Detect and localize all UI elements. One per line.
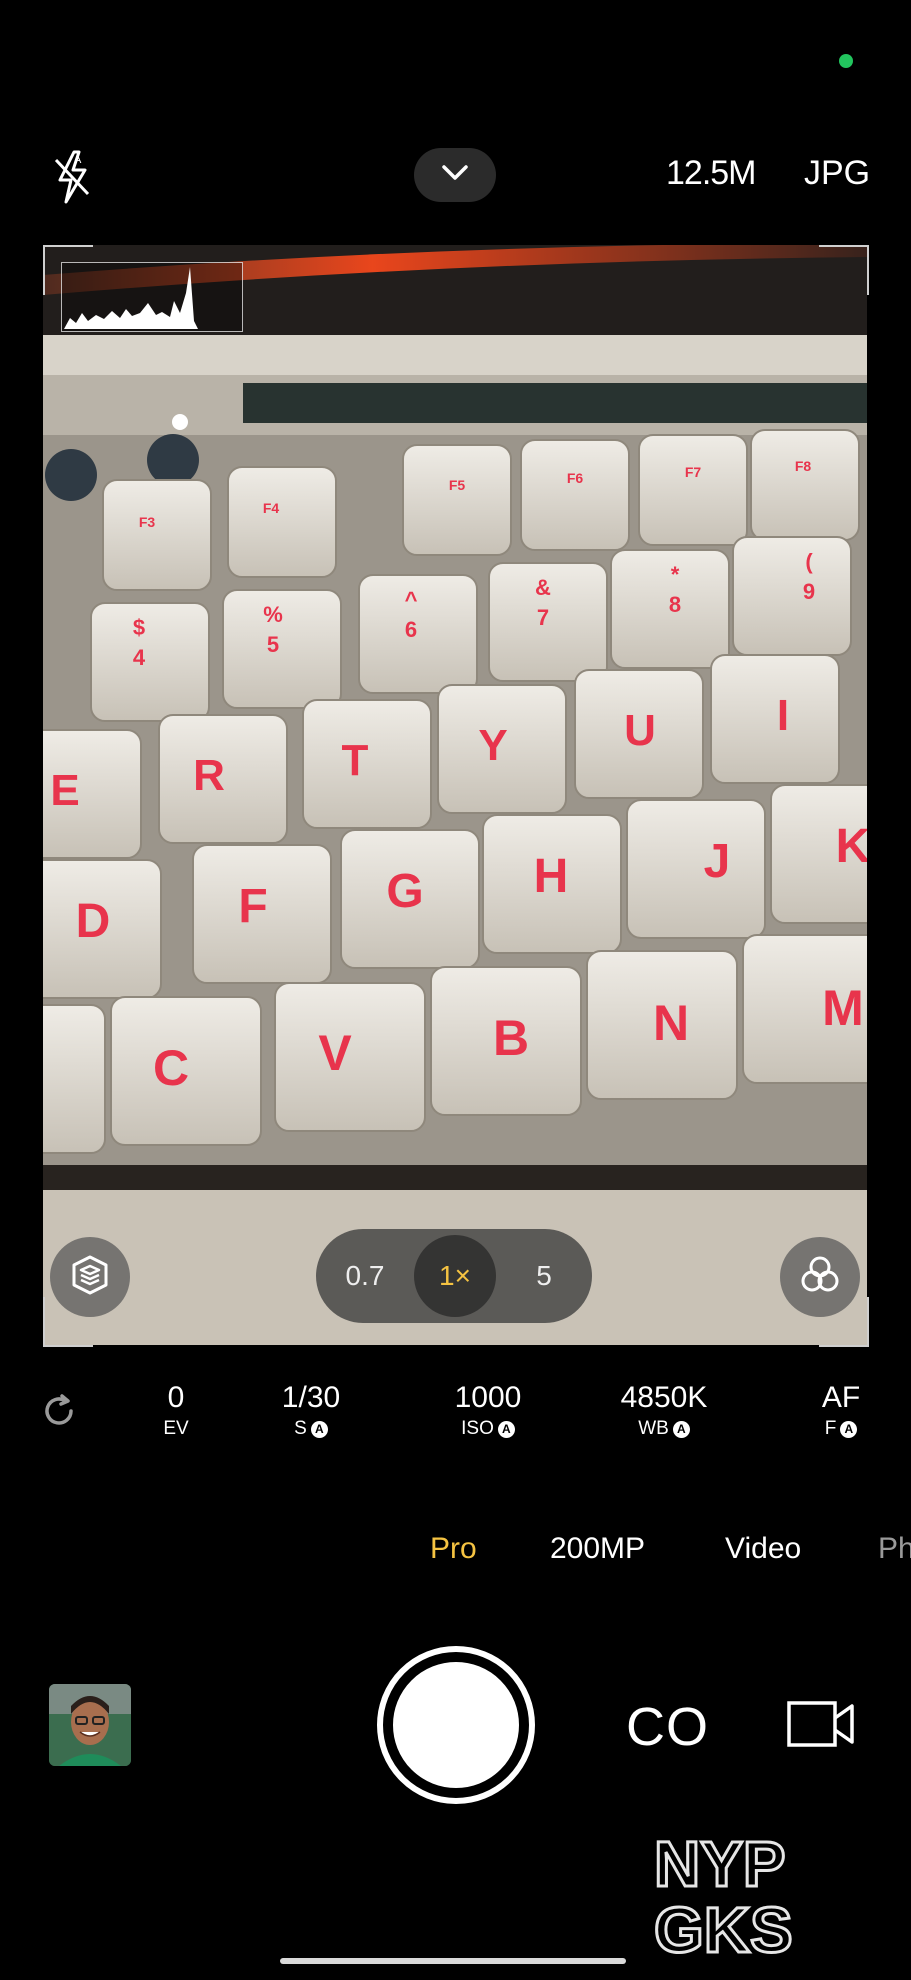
filter-button[interactable] [780,1237,860,1317]
svg-text:D: D [76,895,111,948]
svg-text:A: A [74,154,82,166]
zoom-option-1x[interactable]: 1× [414,1229,496,1323]
svg-text:8: 8 [669,592,681,617]
mode-200mp[interactable]: 200MP [550,1532,645,1566]
svg-text:B: B [493,1010,529,1066]
svg-text:*: * [671,562,680,587]
svg-text:$: $ [133,615,145,640]
svg-text:F6: F6 [567,470,584,486]
filter-circles-icon [799,1254,841,1301]
param-ev[interactable]: 0 EV [106,1380,246,1440]
svg-text:R: R [193,751,225,800]
param-shutter-value: 1/30 [281,1381,341,1414]
svg-text:7: 7 [537,605,549,630]
svg-text:N: N [653,995,689,1051]
mode-pro[interactable]: Pro [430,1532,477,1566]
param-iso-value: 1000 [454,1381,522,1414]
privacy-indicator-dot [839,54,853,68]
svg-text:G: G [386,865,423,918]
mode-photo[interactable]: Ph [878,1532,911,1566]
param-ev-label: EV [163,1418,189,1439]
svg-text:M: M [822,980,864,1036]
svg-text:(: ( [805,549,813,574]
svg-text:C: C [153,1040,189,1096]
layers-button[interactable] [50,1237,130,1317]
shutter-inner-circle [389,1658,523,1792]
svg-text:H: H [534,850,569,903]
auto-badge: A [840,1420,858,1438]
svg-text:V: V [318,1025,352,1081]
svg-text:%: % [263,602,283,627]
svg-text:I: I [777,691,789,740]
param-ev-value: 0 [167,1381,185,1414]
svg-text:F8: F8 [795,458,812,474]
svg-text:U: U [624,706,656,755]
chevron-down-icon [440,164,470,187]
reset-parameters-button[interactable] [40,1392,78,1430]
auto-badge: A [672,1420,690,1438]
svg-text:5: 5 [267,632,279,657]
svg-text:F: F [238,880,267,933]
param-wb-value: 4850K [620,1381,708,1414]
svg-text:NYP: NYP [654,1828,786,1900]
resolution-selector[interactable]: 12.5M [666,154,756,193]
video-camera-button[interactable] [786,1698,856,1750]
param-focus[interactable]: AF FA [771,1380,911,1440]
svg-text:GKS: GKS [654,1894,793,1956]
param-shutter-label: S [294,1418,307,1439]
svg-text:F4: F4 [263,500,280,516]
svg-text:Y: Y [478,721,507,770]
frame-corner-top-left [43,245,93,295]
more-options-button[interactable] [414,148,496,202]
param-iso[interactable]: 1000 ISO A [418,1380,558,1440]
zoom-option-5[interactable]: 5 [496,1229,592,1323]
video-camera-icon [786,1701,856,1754]
nypgks-watermark: NYP GKS [650,1827,880,1968]
home-indicator[interactable] [280,1958,626,1964]
svg-text:6: 6 [405,617,417,642]
last-photo-thumbnail[interactable] [49,1684,131,1766]
svg-text:F5: F5 [449,477,466,493]
shutter-button[interactable] [377,1646,535,1804]
param-wb[interactable]: 4850K WB A [594,1380,734,1440]
camera-viewfinder[interactable]: F3 F4 F5 F6 F7 F8 $4 % 5 ^ 6 & 7 * 8 (9 E R … [43,245,867,1345]
svg-text:J: J [704,835,731,888]
auto-badge: A [310,1420,328,1438]
zoom-selector: 0.7 1× 5 [316,1229,592,1323]
svg-text:^: ^ [405,587,418,612]
svg-text:4: 4 [133,645,146,670]
frame-corner-top-right [819,245,869,295]
svg-text:9: 9 [803,579,815,604]
svg-text:F7: F7 [685,464,702,480]
param-iso-label: ISO [461,1418,494,1439]
param-shutter[interactable]: 1/30 SA [241,1380,381,1440]
capture-mode-co-button[interactable]: CO [626,1696,709,1758]
viewfinder-scene-keyboard: F3 F4 F5 F6 F7 F8 $4 %5 ^6 &7 *8 (9 E R … [43,245,867,1345]
param-focus-label: F [824,1418,837,1439]
zoom-option-0.7[interactable]: 0.7 [316,1229,414,1323]
flash-off-icon[interactable]: A [52,150,92,204]
mode-video[interactable]: Video [725,1532,801,1566]
svg-text:K: K [836,820,867,873]
svg-text:&: & [535,575,551,600]
svg-text:E: E [50,766,79,815]
format-selector[interactable]: JPG [804,154,870,193]
layers-icon [70,1254,110,1301]
svg-text:F3: F3 [139,514,156,530]
svg-text:T: T [342,736,369,785]
param-wb-label: WB [638,1418,669,1439]
refresh-icon [40,1394,78,1434]
auto-badge: A [497,1420,515,1438]
param-focus-value: AF [821,1381,861,1414]
